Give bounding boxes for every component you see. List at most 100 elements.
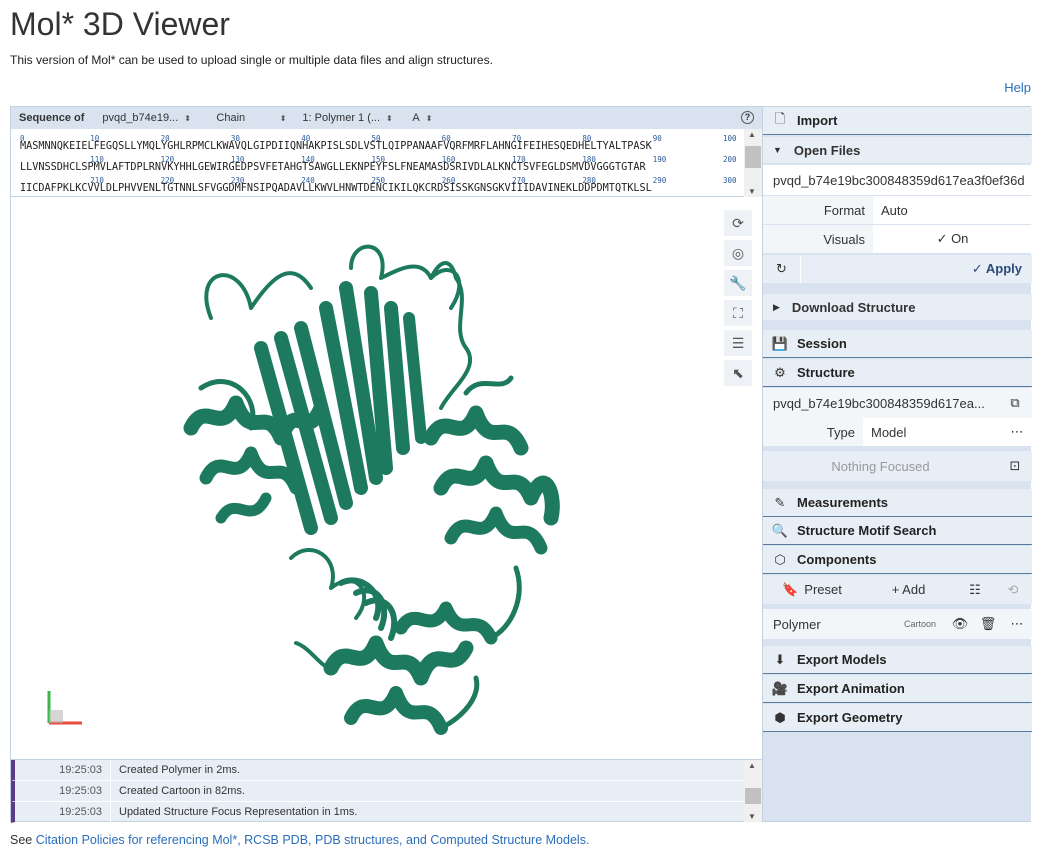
mode-select[interactable]: Chain ⬍	[216, 112, 286, 124]
structure-select[interactable]: pvqd_b74e19bc300848359d617ea... ⧉	[763, 388, 1032, 418]
file-icon: 🗋	[774, 110, 786, 126]
components-toolbar: 🔖 Preset + Add ☷ ⟲	[763, 575, 1032, 604]
measurements-section-header[interactable]: ✎ Measurements	[763, 489, 1032, 517]
download-structure-header[interactable]: ▶ Download Structure	[763, 294, 1032, 320]
scroll-up-icon[interactable]: ▲	[748, 761, 756, 770]
pointer-icon[interactable]: ⬉	[724, 360, 752, 386]
export-models-header[interactable]: ⬇ Export Models	[763, 646, 1032, 674]
sliders-icon[interactable]: ☷	[956, 575, 994, 604]
axes-indicator	[47, 691, 82, 725]
updown-icon: ⬍	[184, 113, 191, 123]
scroll-down-icon[interactable]: ▼	[748, 187, 756, 196]
polymer-label: Polymer	[773, 616, 821, 632]
log-entry: 19:25:03 Created Polymer in 2ms.	[11, 760, 762, 781]
polymer-component-row[interactable]: Polymer Cartoon 👁 🗑 ⋯	[763, 609, 1032, 639]
updown-icon: ⬍	[279, 113, 287, 123]
format-select[interactable]: Auto	[873, 196, 1032, 224]
apply-button[interactable]: ✓ Apply	[801, 261, 1032, 277]
updown-icon: ⬍	[425, 113, 433, 123]
preset-button[interactable]: 🔖 Preset	[763, 575, 861, 604]
export-animation-header[interactable]: 🎥 Export Animation	[763, 675, 1032, 703]
sequence-text[interactable]: IICDAFPKLKCVVLDLPHVVENLTGTNNLSFVGGDMFNSI…	[20, 183, 652, 194]
search-icon: 🔍	[771, 522, 789, 538]
session-section-header[interactable]: 💾 Session	[763, 330, 1032, 358]
representation-label[interactable]: Cartoon	[904, 619, 936, 629]
log-entry: 19:25:03 Updated Structure Focus Represen…	[11, 802, 762, 823]
format-row: Format Auto	[763, 196, 1032, 224]
screenshot-icon[interactable]: ◎	[724, 240, 752, 266]
sequence-line[interactable]: 0 10 20 30 40 50 60 70 80 90 100 MASMNNQKEIELFEGQSL…	[20, 129, 744, 152]
log-message: Updated Structure Focus Representation i…	[119, 806, 358, 818]
sequence-of-label: Sequence of	[19, 112, 85, 124]
viewport-toolbar: ⟳ ◎ 🔧 ⛶ ☰ ⬉	[724, 210, 752, 390]
log-panel: 19:25:03 Created Polymer in 2ms. 19:25:03 C…	[11, 759, 762, 823]
residue-number: 190	[652, 155, 667, 164]
sequence-header: Sequence of pvqd_b74e19... ⬍ Chain ⬍ 1: Po…	[11, 107, 762, 129]
export-geometry-header[interactable]: ⬢ Export Geometry	[763, 704, 1032, 732]
bookmark-icon: 🔖	[782, 581, 799, 597]
help-icon[interactable]: ?	[741, 111, 754, 124]
scroll-thumb[interactable]	[745, 146, 761, 168]
save-icon: 💾	[771, 335, 789, 351]
open-files-header[interactable]: ▼ Open Files	[763, 137, 1032, 163]
expand-icon[interactable]: ⛶	[724, 300, 752, 326]
protein-cartoon	[183, 244, 560, 735]
more-icon[interactable]: ⋯	[1002, 616, 1032, 632]
focus-icon[interactable]: ⊡	[998, 458, 1032, 474]
log-entry: 19:25:03 Created Cartoon in 82ms.	[11, 781, 762, 802]
polymer-select[interactable]: 1: Polymer 1 (... ⬍	[302, 112, 396, 124]
type-select[interactable]: Model	[863, 418, 1002, 446]
log-timestamp: 19:25:03	[15, 802, 111, 822]
nothing-focused-label: Nothing Focused	[831, 458, 930, 474]
sequence-body[interactable]: 0 10 20 30 40 50 60 70 80 90 100 MASMNNQKEIELFEGQSL…	[11, 129, 744, 197]
apply-row: ↻ ✓ Apply	[763, 255, 1032, 283]
residue-number: 300	[723, 176, 737, 185]
scroll-down-icon[interactable]: ▼	[748, 812, 756, 821]
sequence-line[interactable]: 110 120 130 140 150 160 170 180 190 200 LLVNSSDHCL…	[20, 150, 744, 173]
more-icon[interactable]: ⋯	[1002, 418, 1032, 446]
components-section-header[interactable]: ⬡ Components	[763, 546, 1032, 574]
citation-link[interactable]: Citation Policies for referencing Mol*, …	[36, 833, 590, 847]
add-button[interactable]: + Add	[861, 575, 956, 604]
visuals-toggle[interactable]: ✓ On	[873, 225, 1032, 253]
help-link[interactable]: Help	[1004, 80, 1031, 95]
footer: See Citation Policies for referencing Mo…	[10, 833, 590, 847]
camera-icon: 🎥	[771, 680, 789, 696]
residue-number: 290	[652, 176, 667, 185]
log-timestamp: 19:25:03	[15, 760, 111, 780]
settings-sliders-icon[interactable]: ☰	[724, 330, 752, 356]
residue-number: 90	[652, 134, 662, 143]
log-timestamp: 19:25:03	[15, 781, 111, 801]
import-section-header[interactable]: 🗋 Import	[763, 107, 1032, 135]
ruler-icon: ✎	[774, 494, 786, 510]
control-panel: 🗋 Import ▼ Open Files pvqd_b74e19bc3008483…	[762, 107, 1032, 821]
reset-camera-icon[interactable]: ⟳	[724, 210, 752, 236]
sequence-scrollbar[interactable]: ▲ ▼	[744, 129, 762, 197]
refresh-icon[interactable]: ↻	[763, 255, 801, 283]
sequence-panel: Sequence of pvqd_b74e19... ⬍ Chain ⬍ 1: Po…	[11, 107, 762, 197]
log-message: Created Polymer in 2ms.	[119, 764, 241, 776]
structure-section-header[interactable]: ⚙ Structure	[763, 359, 1032, 387]
trash-icon[interactable]: 🗑	[974, 616, 1002, 632]
entry-select[interactable]: pvqd_b74e19... ⬍	[102, 112, 200, 124]
download-icon: ⬇	[774, 651, 786, 667]
motif-search-section-header[interactable]: 🔍 Structure Motif Search	[763, 517, 1032, 545]
gear-icon: ⚙	[774, 364, 786, 380]
focus-row: Nothing Focused ⊡	[763, 451, 1032, 481]
3d-viewport[interactable]: ⟳ ◎ 🔧 ⛶ ☰ ⬉	[11, 198, 762, 759]
scroll-up-icon[interactable]: ▲	[748, 130, 756, 139]
geometry-icon: ⬢	[774, 709, 786, 725]
type-row: Type Model ⋯	[763, 418, 1032, 446]
history-icon[interactable]: ⟲	[994, 575, 1032, 604]
sequence-line[interactable]: 210 220 230 240 250 260 270 280 290 300 IICDAFPKLK…	[20, 171, 744, 194]
wrench-icon[interactable]: 🔧	[724, 270, 752, 296]
chain-select[interactable]: A ⬍	[412, 112, 442, 124]
log-scrollbar[interactable]: ▲ ▼	[744, 760, 762, 822]
file-name-field[interactable]: pvqd_b74e19bc300848359d617ea3f0ef36d	[763, 165, 1032, 195]
molstar-plugin: Sequence of pvqd_b74e19... ⬍ Chain ⬍ 1: Po…	[10, 106, 1032, 823]
eye-icon[interactable]: 👁	[946, 616, 974, 632]
scroll-thumb[interactable]	[745, 788, 761, 804]
copy-icon[interactable]: ⧉	[998, 395, 1032, 411]
visuals-row: Visuals ✓ On	[763, 225, 1032, 253]
log-message: Created Cartoon in 82ms.	[119, 785, 245, 797]
